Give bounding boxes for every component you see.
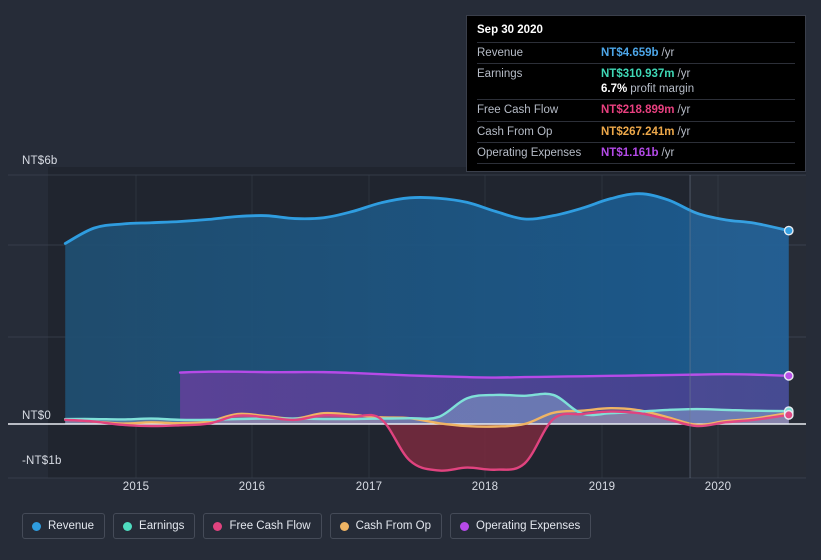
legend-dot-cash-from-op-icon: [339, 521, 349, 531]
highlight-band: [690, 175, 806, 478]
legend-label-free-cash-flow: Free Cash Flow: [229, 520, 311, 532]
tooltip-label-cash-from-op: Cash From Op: [477, 125, 553, 138]
tooltip-value-free-cash-flow: NT$218.899m: [601, 104, 675, 117]
x-axis-label-2018: 2018: [471, 481, 499, 493]
x-axis-label-2020: 2020: [704, 481, 732, 493]
x-axis-label-2019: 2019: [588, 481, 616, 493]
chart-page: NT$6b NT$0 -NT$1b 2015 2016 2017 2018 20…: [0, 0, 821, 560]
x-axis-label-2015: 2015: [122, 481, 150, 493]
legend-dot-revenue-icon: [32, 521, 41, 531]
tooltip-footer-divider: [477, 163, 795, 165]
tooltip-profit-margin-label: profit margin: [630, 82, 695, 95]
legend-label-revenue: Revenue: [48, 520, 95, 532]
tooltip-value-cash-from-op: NT$267.241m: [601, 125, 675, 138]
tooltip-date: Sep 30 2020: [477, 24, 543, 36]
tooltip-unit-free-cash-flow: /yr: [677, 104, 691, 117]
legend-label-cash-from-op: Cash From Op: [355, 520, 432, 532]
legend-item-revenue[interactable]: Revenue: [22, 513, 106, 539]
tooltip-unit-cash-from-op: /yr: [677, 125, 691, 138]
legend-dot-free-cash-flow-icon: [213, 521, 223, 531]
tooltip-value-revenue: NT$4.659b: [601, 47, 659, 59]
tooltip-label-earnings: Earnings: [477, 68, 523, 81]
x-axis-label-2016: 2016: [238, 481, 266, 493]
tooltip-row-revenue: Revenue NT$4.659b/yr: [477, 42, 795, 63]
legend-item-cash-from-op[interactable]: Cash From Op: [329, 513, 443, 539]
tooltip-label-revenue: Revenue: [477, 47, 524, 59]
tooltip-row-operating-expenses: Operating Expenses NT$1.161b/yr: [477, 141, 795, 163]
legend-label-earnings: Earnings: [139, 520, 185, 532]
chart-tooltip: Sep 30 2020 Revenue NT$4.659b/yr Earning…: [466, 15, 806, 173]
chart-legend: Revenue Earnings Free Cash Flow Cash Fro…: [22, 513, 592, 539]
legend-item-free-cash-flow[interactable]: Free Cash Flow: [203, 513, 322, 539]
tooltip-label-free-cash-flow: Free Cash Flow: [477, 104, 559, 117]
tooltip-unit-operating-expenses: /yr: [661, 146, 675, 159]
tooltip-row-free-cash-flow: Free Cash Flow NT$218.899m/yr: [477, 99, 795, 120]
tooltip-unit-earnings: /yr: [677, 68, 691, 81]
tooltip-profit-margin-value: 6.7%: [601, 82, 628, 95]
tooltip-row-cash-from-op: Cash From Op NT$267.241m/yr: [477, 120, 795, 142]
legend-dot-earnings-icon: [123, 521, 133, 531]
x-axis-label-2017: 2017: [355, 481, 383, 493]
tooltip-value-earnings: NT$310.937m: [601, 68, 675, 81]
legend-label-operating-expenses: Operating Expenses: [476, 520, 581, 532]
tooltip-value-operating-expenses: NT$1.161b: [601, 146, 659, 159]
legend-item-earnings[interactable]: Earnings: [113, 513, 196, 539]
tooltip-label-operating-expenses: Operating Expenses: [477, 146, 582, 159]
tooltip-unit-revenue: /yr: [661, 47, 675, 59]
legend-dot-operating-expenses-icon: [460, 521, 470, 531]
legend-item-operating-expenses[interactable]: Operating Expenses: [450, 513, 592, 539]
tooltip-row-earnings: Earnings NT$310.937m/yr 6.7% profit margi…: [477, 63, 795, 99]
